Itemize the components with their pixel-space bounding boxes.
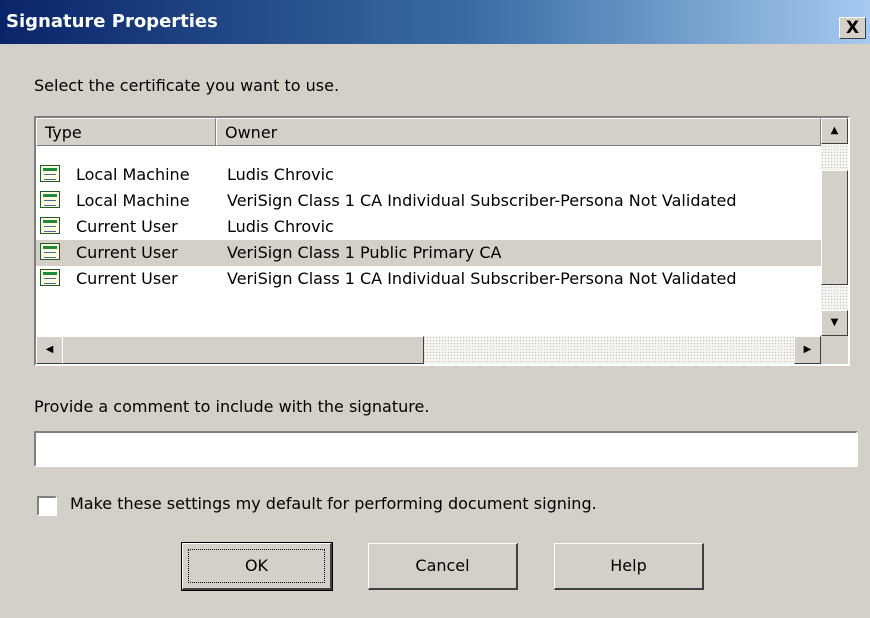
close-icon: X: [846, 18, 860, 38]
cell-type: Local Machine: [76, 165, 190, 184]
certificate-row[interactable]: Current User VeriSign Class 1 CA Individ…: [36, 266, 821, 292]
cell-owner: VeriSign Class 1 CA Individual Subscribe…: [227, 269, 737, 288]
cell-owner: Ludis Chrovic: [227, 165, 334, 184]
title-bar: Signature Properties X: [0, 0, 870, 44]
ok-button-label: OK: [244, 556, 269, 575]
window-title: Signature Properties: [6, 11, 218, 32]
certificate-row[interactable]: Current User Ludis Chrovic: [36, 214, 821, 240]
horizontal-scroll-thumb[interactable]: [62, 336, 424, 364]
scroll-right-button[interactable]: ▶: [794, 336, 821, 364]
certificate-icon: [40, 269, 60, 286]
comment-input[interactable]: [34, 431, 858, 467]
cell-type: Current User: [76, 269, 178, 288]
column-header-type[interactable]: Type: [36, 118, 216, 146]
cell-owner: VeriSign Class 1 CA Individual Subscribe…: [227, 191, 737, 210]
default-settings-label[interactable]: Make these settings my default for perfo…: [70, 494, 597, 513]
certificate-icon: [40, 165, 60, 182]
scroll-left-button[interactable]: ◀: [36, 336, 63, 364]
certificate-row-selected[interactable]: Current User VeriSign Class 1 Public Pri…: [36, 240, 821, 266]
certificate-row[interactable]: Local Machine VeriSign Class 1 CA Indivi…: [36, 188, 821, 214]
arrow-left-icon: ◀: [45, 344, 54, 355]
scroll-down-button[interactable]: ▼: [821, 310, 848, 336]
arrow-right-icon: ▶: [803, 344, 812, 355]
arrow-down-icon: ▼: [830, 317, 839, 328]
certificate-prompt: Select the certificate you want to use.: [34, 76, 340, 95]
certificate-icon: [40, 191, 60, 208]
comment-label: Provide a comment to include with the si…: [34, 397, 430, 416]
cell-owner: VeriSign Class 1 Public Primary CA: [227, 243, 502, 262]
help-button[interactable]: Help: [554, 543, 704, 590]
certificate-icon: [40, 217, 60, 234]
default-settings-checkbox[interactable]: [37, 496, 57, 516]
arrow-up-icon: ▲: [830, 125, 839, 136]
cancel-button-label: Cancel: [415, 556, 470, 575]
column-header-owner[interactable]: Owner: [216, 118, 821, 146]
cancel-button[interactable]: Cancel: [368, 543, 518, 590]
ok-button[interactable]: OK: [181, 542, 333, 591]
help-button-label: Help: [610, 556, 647, 575]
certificate-icon: [40, 243, 60, 260]
scrollbar-corner: [821, 336, 848, 364]
cell-owner: Ludis Chrovic: [227, 217, 334, 236]
close-button[interactable]: X: [839, 17, 866, 39]
cell-type: Local Machine: [76, 191, 190, 210]
vertical-scrollbar[interactable]: ▲ ▼: [821, 118, 848, 336]
cell-type: Current User: [76, 217, 178, 236]
certificate-list[interactable]: Type Owner Local Machine Ludis Chrovic L…: [34, 116, 850, 366]
scroll-up-button[interactable]: ▲: [821, 118, 848, 144]
vertical-scroll-thumb[interactable]: [821, 170, 848, 285]
horizontal-scrollbar[interactable]: ◀ ▶: [36, 336, 821, 364]
cell-type: Current User: [76, 243, 178, 262]
certificate-row[interactable]: Local Machine Ludis Chrovic: [36, 162, 821, 188]
